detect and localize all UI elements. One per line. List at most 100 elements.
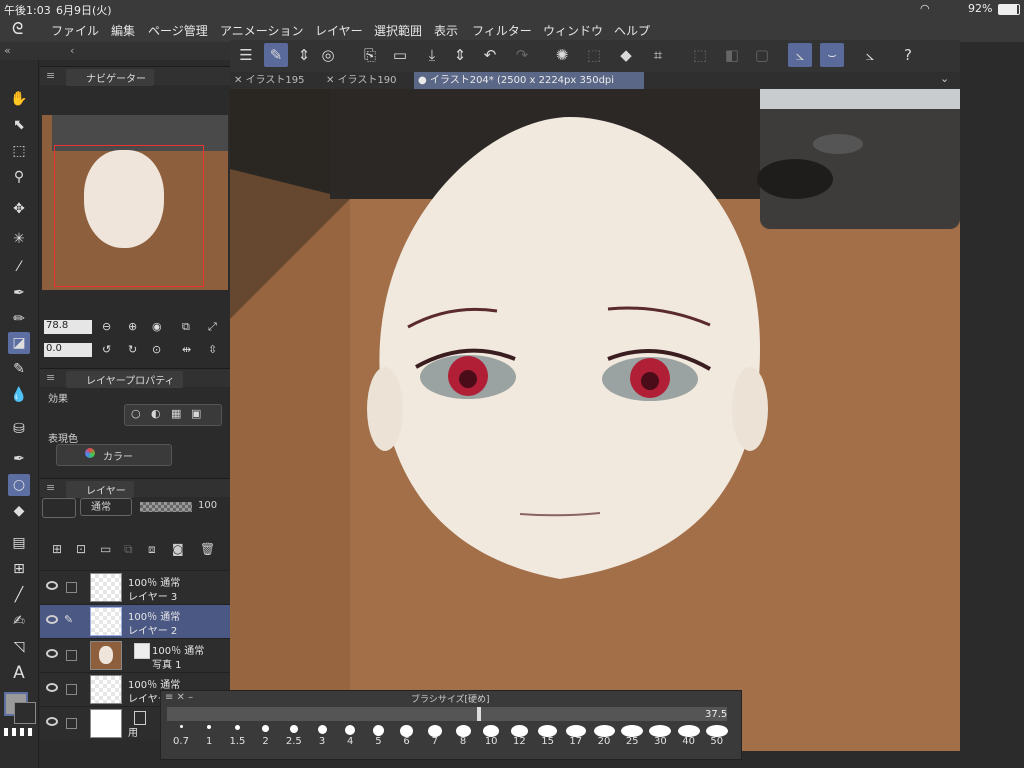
sub-color-swatch[interactable] (14, 702, 36, 724)
opacity-slider[interactable] (140, 502, 192, 512)
menu-window[interactable]: ウィンドウ (543, 22, 603, 39)
pen-tool-icon[interactable]: ✒ (8, 448, 30, 470)
magic-wand-icon[interactable]: ✳ (8, 228, 30, 250)
blend-icon[interactable]: 💧 (8, 384, 30, 406)
fill-icon[interactable]: ◆ (8, 500, 30, 522)
help-icon[interactable]: ? (896, 43, 920, 67)
layer-check[interactable] (66, 684, 77, 695)
brush-preset-button[interactable]: 6 (395, 736, 419, 747)
pencil-icon[interactable]: ✏ (8, 308, 30, 330)
circle-shape-icon[interactable]: ○ (8, 474, 30, 496)
eye-icon[interactable] (46, 615, 58, 624)
menu-layer[interactable]: レイヤー (315, 22, 363, 39)
brush-preset-button[interactable]: 8 (451, 736, 475, 747)
eye-icon[interactable] (46, 649, 58, 658)
balloon-icon[interactable]: ✍ (8, 610, 30, 632)
zoom-in-icon[interactable]: ⊕ (128, 320, 137, 333)
menu-animation[interactable]: アニメーション (220, 22, 304, 39)
tab-illust190[interactable]: ✕ イラスト190 (322, 72, 414, 89)
navigator-viewport-frame[interactable] (54, 145, 204, 287)
brush-size-value[interactable]: 37.5 (705, 709, 727, 720)
rotate-left-icon[interactable]: ↺ (102, 343, 111, 356)
select-icon[interactable]: ▢ (750, 43, 774, 67)
gradient-icon[interactable]: ▤ (8, 532, 30, 554)
crop-icon[interactable]: ⌗ (646, 43, 670, 67)
menu-help[interactable]: ヘルプ (614, 22, 650, 39)
text-icon[interactable]: A (8, 662, 30, 684)
trash-icon[interactable]: 🗑 (200, 542, 215, 556)
chevron-down-icon[interactable]: ⌄ (940, 72, 949, 85)
redo-icon[interactable]: ↷ (510, 43, 534, 67)
fit-icon[interactable]: ◉ (152, 320, 162, 333)
rotation-field[interactable]: 0.0 (44, 343, 92, 357)
menu-selection[interactable]: 選択範囲 (374, 22, 422, 39)
menu-edit[interactable]: 編集 (111, 22, 135, 39)
brush-icon[interactable]: ✎ (8, 358, 30, 380)
hand-icon[interactable]: ✋ (8, 88, 30, 110)
brush-preset-button[interactable]: 1.5 (225, 736, 249, 747)
tab-illust204[interactable]: ● イラスト204* (2500 x 2224px 350dpi 78.8%) (414, 72, 644, 103)
eye-icon[interactable] (46, 717, 58, 726)
texture-effect-icon[interactable]: ▦ (171, 407, 181, 420)
brush-preset-button[interactable]: 3 (310, 736, 334, 747)
menu-icon[interactable]: ☰ (234, 43, 258, 67)
effect-buttons[interactable]: ○ ◐ ▦ ▣ (124, 404, 222, 426)
move-icon[interactable]: ✥ (8, 198, 30, 220)
reset-rotation-icon[interactable]: ⊙ (152, 343, 161, 356)
menu-file[interactable]: ファイル (51, 22, 99, 39)
actual-size-icon[interactable]: ⧉ (182, 320, 190, 334)
brush-preset-button[interactable]: 17 (564, 736, 588, 747)
fill-icon[interactable]: ◆ (614, 43, 638, 67)
loading-icon[interactable]: ✺ (550, 43, 574, 67)
brush-preset-button[interactable]: 15 (536, 736, 560, 747)
undo-icon[interactable]: ↶ (478, 43, 502, 67)
rotate-right-icon[interactable]: ↻ (128, 343, 137, 356)
deselect-icon[interactable]: ⬚ (688, 43, 712, 67)
zoom-field[interactable]: 78.8 (44, 320, 92, 334)
brush-preset-button[interactable]: 5 (366, 736, 390, 747)
panel-menu-icon[interactable]: ≡ (46, 481, 55, 494)
blend-mode-select[interactable]: 通常 (80, 498, 132, 516)
flip-horizontal-icon[interactable]: ⇹ (182, 343, 191, 356)
invert-icon[interactable]: ◧ (720, 43, 744, 67)
navigator-preview[interactable] (42, 115, 228, 290)
transform-icon[interactable]: ⬚ (582, 43, 606, 67)
edit-icon[interactable]: ✎ (264, 43, 288, 67)
brush-preset-button[interactable]: 50 (705, 736, 729, 747)
brush-preset-button[interactable]: 2.5 (282, 736, 306, 747)
frame-icon[interactable]: ⊞ (8, 558, 30, 580)
tone-effect-icon[interactable]: ◐ (151, 407, 161, 420)
brush-preset-button[interactable]: 0.7 (169, 736, 193, 747)
fill-bucket-icon[interactable]: ⛁ (8, 418, 30, 440)
fit-window-icon[interactable]: ⤢ (208, 320, 217, 334)
menu-page[interactable]: ページ管理 (148, 22, 208, 39)
brush-size-slider[interactable] (167, 707, 727, 721)
brush-preset-button[interactable]: 30 (648, 736, 672, 747)
panel-menu-icon[interactable]: ≡ (46, 371, 55, 384)
pen-stroke-icon[interactable]: ⦣ (858, 43, 882, 67)
transparent-color-icon[interactable] (4, 728, 34, 736)
brush-preset-button[interactable]: 25 (620, 736, 644, 747)
extract-line-icon[interactable]: ▣ (191, 407, 201, 420)
line-icon[interactable]: ╱ (8, 584, 30, 606)
merge-layer-icon[interactable]: ⧈ (148, 542, 156, 557)
updown-icon[interactable]: ⇕ (292, 43, 316, 67)
updown-icon-2[interactable]: ⇕ (448, 43, 472, 67)
open-folder-icon[interactable]: ▭ (388, 43, 412, 67)
flip-vertical-icon[interactable]: ⇳ (208, 343, 217, 356)
border-effect-icon[interactable]: ○ (131, 407, 141, 420)
eyedropper-icon[interactable]: ⁄ (8, 256, 30, 278)
tab-illust195[interactable]: ✕ イラスト195 (230, 72, 320, 89)
ruler-icon[interactable]: ⦣ (788, 43, 812, 67)
expression-color-select[interactable]: カラー (56, 444, 172, 466)
new-file-icon[interactable]: ⎘ (358, 43, 382, 67)
app-logo-icon[interactable]: ᘓ (12, 19, 23, 39)
brush-preset-button[interactable]: 10 (479, 736, 503, 747)
eraser-icon[interactable]: ◪ (8, 332, 30, 354)
brush-stroke-icon[interactable]: ⌣ (820, 43, 844, 67)
zoom-out-icon[interactable]: ⊖ (102, 320, 111, 333)
slider-handle[interactable] (477, 707, 481, 721)
new-raster-layer-icon[interactable]: ⊞ (52, 542, 62, 556)
collapse-panel-icon[interactable]: ‹ (70, 44, 74, 57)
layer-check[interactable] (66, 650, 77, 661)
